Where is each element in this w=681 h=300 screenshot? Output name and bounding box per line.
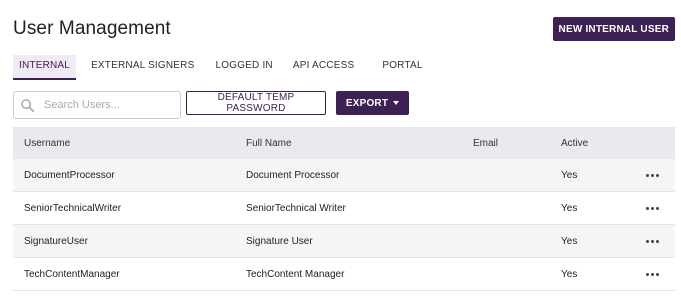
cell-username: SeniorTechnicalWriter [24,202,122,214]
search-box [13,91,181,119]
cell-active: Yes [561,268,578,280]
table-row[interactable]: TechContentManager TechContent Manager Y… [13,258,675,291]
new-internal-user-button[interactable]: NEW INTERNAL USER [552,17,675,41]
table-row[interactable]: SignatureUser Signature User Yes [13,225,675,258]
table-row[interactable]: SeniorTechnicalWriter SeniorTechnical Wr… [13,192,675,225]
tab-internal[interactable]: INTERNAL [13,55,77,80]
cell-active: Yes [561,202,578,214]
tab-api-access[interactable]: API ACCESS [287,55,360,80]
column-header-username[interactable]: Username [13,138,235,149]
tab-external-signers[interactable]: EXTERNAL SIGNERS [85,55,200,80]
more-horizontal-icon[interactable] [642,236,663,247]
tab-portal[interactable]: PORTAL [376,55,428,80]
tab-logged-in[interactable]: LOGGED IN [209,55,278,80]
cell-username: DocumentProcessor [24,169,115,181]
table-header: Username Full Name Email Active [13,127,675,159]
search-input[interactable] [44,95,174,115]
export-button-label: EXPORT [345,97,389,109]
caret-down-icon [393,101,400,105]
column-header-active[interactable]: Active [550,138,630,149]
table-row[interactable]: DocumentProcessor Document Processor Yes [13,159,675,192]
page-title: User Management [13,18,171,39]
cell-active: Yes [561,235,578,247]
cell-full-name: SeniorTechnical Writer [246,202,346,214]
cell-full-name: TechContent Manager [246,268,345,280]
cell-active: Yes [561,169,578,181]
cell-username: TechContentManager [24,268,120,280]
search-icon [21,99,34,112]
more-horizontal-icon[interactable] [642,269,663,280]
tab-bar: INTERNAL EXTERNAL SIGNERS LOGGED IN API … [13,55,429,80]
column-header-full-name[interactable]: Full Name [235,138,462,149]
users-table: Username Full Name Email Active Document… [13,127,675,291]
default-temp-password-button[interactable]: DEFAULT TEMP PASSWORD [186,91,326,115]
export-button[interactable]: EXPORT [336,91,409,115]
cell-full-name: Document Processor [246,169,340,181]
cell-username: SignatureUser [24,235,88,247]
cell-full-name: Signature User [246,235,313,247]
column-header-email[interactable]: Email [462,138,550,149]
more-horizontal-icon[interactable] [642,170,663,181]
more-horizontal-icon[interactable] [642,203,663,214]
